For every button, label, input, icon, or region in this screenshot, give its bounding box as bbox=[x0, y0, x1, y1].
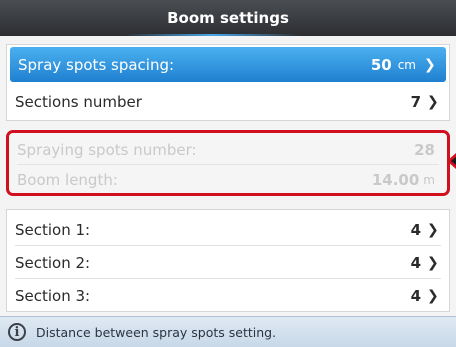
row-label: Sections number bbox=[15, 92, 142, 111]
row-unit: m bbox=[423, 173, 435, 187]
section-2-row[interactable]: Section 2: 4 ❯ bbox=[7, 245, 449, 280]
title-accent-line bbox=[125, 34, 300, 36]
pointer-marker-icon bbox=[447, 153, 456, 169]
row-value: 50 bbox=[370, 55, 392, 74]
boom-length-row: Boom length: 14.00 m bbox=[9, 165, 447, 195]
row-label: Spraying spots number: bbox=[17, 141, 197, 159]
page-title: Boom settings bbox=[167, 9, 289, 27]
row-label: Spray spots spacing: bbox=[18, 55, 175, 74]
info-bar: i Distance between spray spots setting. bbox=[0, 316, 456, 347]
settings-panel: Spray spots spacing: 50 cm ❯ Sections nu… bbox=[6, 44, 450, 121]
title-bar: Boom settings bbox=[0, 0, 456, 36]
row-value: 4 bbox=[410, 253, 421, 272]
row-label: Section 2: bbox=[15, 253, 91, 272]
chevron-right-icon: ❯ bbox=[424, 56, 436, 73]
section-3-row[interactable]: Section 3: 4 ❯ bbox=[7, 278, 449, 313]
row-value: 4 bbox=[410, 286, 421, 305]
info-icon: i bbox=[8, 323, 26, 341]
spray-spots-spacing-row[interactable]: Spray spots spacing: 50 cm ❯ bbox=[10, 47, 446, 82]
computed-values-group: Spraying spots number: 28 Boom length: 1… bbox=[6, 130, 450, 196]
row-unit: cm bbox=[397, 57, 416, 72]
sections-panel: Section 1: 4 ❯ Section 2: 4 ❯ Section 3:… bbox=[6, 209, 450, 312]
chevron-right-icon: ❯ bbox=[427, 287, 439, 304]
row-label: Section 3: bbox=[15, 286, 91, 305]
info-text: Distance between spray spots setting. bbox=[36, 324, 277, 340]
chevron-right-icon: ❯ bbox=[427, 93, 439, 110]
row-value: 14.00 bbox=[371, 171, 420, 189]
screen: Boom settings Spray spots spacing: 50 cm… bbox=[0, 0, 456, 347]
chevron-right-icon: ❯ bbox=[427, 254, 439, 271]
row-label: Boom length: bbox=[17, 171, 118, 189]
row-value: 4 bbox=[410, 220, 421, 239]
sections-number-row[interactable]: Sections number 7 ❯ bbox=[7, 84, 449, 119]
row-label: Section 1: bbox=[15, 220, 91, 239]
section-1-row[interactable]: Section 1: 4 ❯ bbox=[7, 212, 449, 247]
row-value: 7 bbox=[410, 92, 421, 111]
chevron-right-icon: ❯ bbox=[427, 221, 439, 238]
row-value: 28 bbox=[414, 141, 435, 159]
spraying-spots-number-row: Spraying spots number: 28 bbox=[9, 135, 447, 165]
